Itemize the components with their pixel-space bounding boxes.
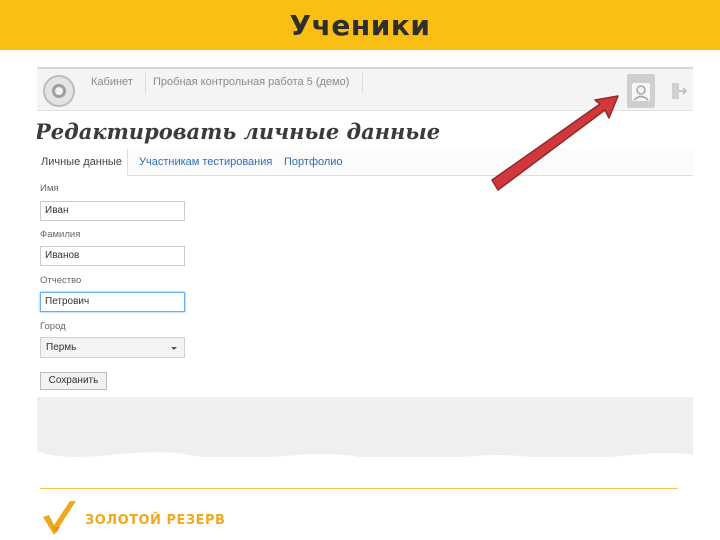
red-pointer-arrow-icon bbox=[491, 95, 619, 191]
zolotoy-rezerv-logo-icon bbox=[43, 501, 76, 535]
brand-name: ЗОЛОТОЙ РЕЗЕРВ bbox=[85, 513, 226, 528]
slide: Ученики Кабинет Пробная контрольная рабо… bbox=[0, 0, 720, 540]
footer-divider bbox=[40, 488, 678, 489]
